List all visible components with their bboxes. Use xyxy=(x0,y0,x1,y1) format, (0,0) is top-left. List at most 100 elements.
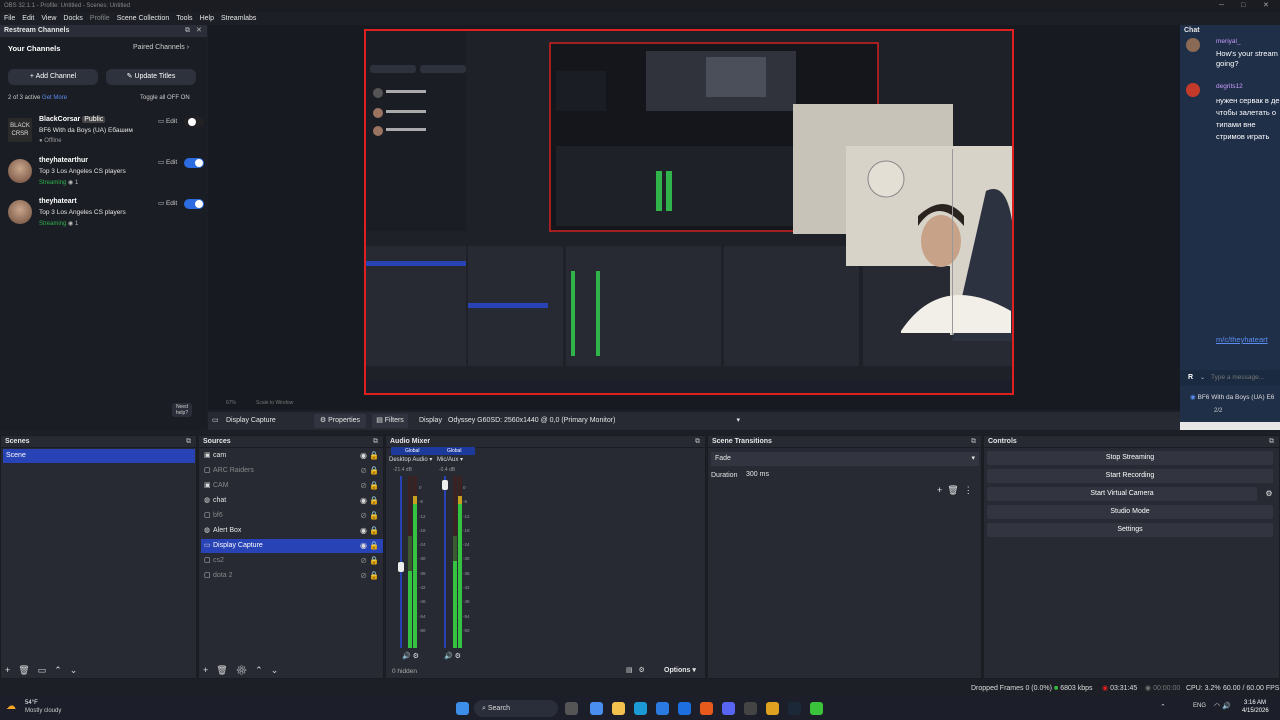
source-item[interactable]: ▢ cs2 ⊘ 🔒 xyxy=(201,554,383,568)
clock-time[interactable]: 3:16 AM xyxy=(1244,700,1266,706)
duration-input[interactable]: 300 ms xyxy=(742,468,979,482)
chevron-up-icon[interactable]: ⌃ xyxy=(255,665,271,675)
edit-button[interactable]: ▭ Edit xyxy=(158,117,177,125)
channel-name[interactable]: Mic/Aux ▾ xyxy=(437,456,463,463)
taskbar-search[interactable]: ⌕ Search xyxy=(474,700,558,717)
menu-help[interactable]: Help xyxy=(200,15,214,22)
display-select[interactable]: Odyssey G60SD: 2560x1440 @ 0,0 (Primary … xyxy=(444,414,744,428)
obs-icon[interactable] xyxy=(744,702,757,715)
network-icon[interactable]: ◠ 🔊 xyxy=(1214,702,1231,710)
properties-button[interactable]: ⚙ Properties xyxy=(314,414,366,428)
stop-streaming-button[interactable]: Stop Streaming xyxy=(987,451,1273,465)
trash-icon[interactable]: 🗑 xyxy=(216,665,235,675)
file-explorer-icon[interactable] xyxy=(612,702,625,715)
edit-button[interactable]: ▭ Edit xyxy=(158,158,177,166)
mixer-layout-icon[interactable]: ▤ ⚙ xyxy=(626,666,645,674)
gear-icon[interactable]: ⚙ xyxy=(1262,487,1276,501)
app-icon[interactable] xyxy=(700,702,713,715)
minimize-icon[interactable]: ─ xyxy=(1219,0,1224,12)
menu-view[interactable]: View xyxy=(41,15,56,22)
edit-button[interactable]: ▭ Edit xyxy=(158,199,177,207)
channel-toggle[interactable] xyxy=(184,158,204,168)
menu-streamlabs[interactable]: Streamlabs xyxy=(221,15,256,22)
chevron-up-icon[interactable]: ⌃ xyxy=(54,665,70,675)
filters-button[interactable]: ▤ Filters xyxy=(372,414,408,428)
clock-date[interactable]: 4/15/2026 xyxy=(1242,708,1269,714)
chevron-down-icon[interactable]: ⌄ xyxy=(271,665,287,675)
menu-scene-collection[interactable]: Scene Collection xyxy=(117,15,170,22)
steam-icon[interactable] xyxy=(788,702,801,715)
float-dock-icon[interactable]: ⧉ xyxy=(695,436,700,448)
discord-icon[interactable] xyxy=(722,702,735,715)
paired-channels-link[interactable]: Paired Channels › xyxy=(133,44,189,51)
need-help-button[interactable]: Need help? xyxy=(172,403,192,417)
transition-select[interactable]: Fade ▾ xyxy=(711,452,979,466)
filter-icon[interactable]: ▭ xyxy=(38,665,55,675)
source-item[interactable]: ▣ cam ◉ 🔒 xyxy=(201,449,383,463)
menu-edit[interactable]: Edit xyxy=(22,15,34,22)
weather-temp[interactable]: 54°F xyxy=(25,700,38,706)
channel-toggle[interactable] xyxy=(184,199,204,209)
float-dock-icon[interactable]: ⧉ xyxy=(971,436,976,448)
widgets-icon[interactable] xyxy=(590,702,603,715)
chat-input[interactable]: R ⌄ Type a message... xyxy=(1180,370,1280,386)
scene-item[interactable]: Scene xyxy=(3,449,195,463)
tray-chevron-icon[interactable]: ⌃ xyxy=(1160,703,1166,711)
update-titles-button[interactable]: ✎ Update Titles xyxy=(106,69,196,85)
source-item[interactable]: ◍ chat ◉ 🔒 xyxy=(201,494,383,508)
mail-icon[interactable] xyxy=(678,702,691,715)
float-dock-icon[interactable]: ⧉ xyxy=(186,436,191,448)
source-item[interactable]: ▢ ARC Raiders ⊘ 🔒 xyxy=(201,464,383,478)
close-dock-icon[interactable]: ✕ xyxy=(196,25,202,37)
close-icon[interactable]: ✕ xyxy=(1263,0,1269,12)
chat-link[interactable]: m/c/theyhateart xyxy=(1216,335,1268,344)
add-icon[interactable]: + xyxy=(203,665,216,675)
source-item[interactable]: ▣ CAM ⊘ 🔒 xyxy=(201,479,383,493)
chat-scrollbar[interactable] xyxy=(1180,422,1280,430)
add-channel-button[interactable]: + Add Channel xyxy=(8,69,98,85)
float-dock-icon[interactable]: ⧉ xyxy=(373,436,378,448)
trash-icon[interactable]: 🗑 xyxy=(947,485,958,495)
settings-button[interactable]: Settings xyxy=(987,523,1273,537)
chrome-icon[interactable] xyxy=(766,702,779,715)
source-item[interactable]: ◍ Alert Box ◉ 🔒 xyxy=(201,524,383,538)
eye-off-icon: ⊘ xyxy=(360,556,367,565)
zoom-level[interactable]: 67% xyxy=(226,400,236,406)
mute-icon[interactable]: 🔊 ⚙ xyxy=(444,652,461,660)
preview-canvas[interactable] xyxy=(364,29,1014,395)
chevron-down-icon[interactable]: ⌄ xyxy=(70,665,86,675)
toggle-all[interactable]: Toggle all OFF ON xyxy=(140,95,190,101)
source-item[interactable]: ▭ Display Capture ◉ 🔒 xyxy=(201,539,383,553)
float-dock-icon[interactable]: ⧉ xyxy=(1269,436,1274,448)
menu-file[interactable]: File xyxy=(4,15,15,22)
studio-mode-button[interactable]: Studio Mode xyxy=(987,505,1273,519)
menu-tools[interactable]: Tools xyxy=(176,15,192,22)
add-icon[interactable]: + xyxy=(5,665,18,675)
store-icon[interactable] xyxy=(656,702,669,715)
weather-desc[interactable]: Mostly cloudy xyxy=(25,708,61,714)
maximize-icon[interactable]: □ xyxy=(1241,0,1245,12)
options-button[interactable]: Options ▾ xyxy=(664,666,696,674)
edge-icon[interactable] xyxy=(634,702,647,715)
float-dock-icon[interactable]: ⧉ xyxy=(185,25,190,37)
start-recording-button[interactable]: Start Recording xyxy=(987,469,1273,483)
bf6-icon[interactable] xyxy=(810,702,823,715)
mute-icon[interactable]: 🔊 ⚙ xyxy=(402,652,419,660)
language-indicator[interactable]: ENG xyxy=(1193,703,1206,709)
add-icon[interactable]: + xyxy=(937,485,942,495)
task-view-icon[interactable] xyxy=(565,702,578,715)
menu-docks[interactable]: Docks xyxy=(63,15,82,22)
get-more-link[interactable]: Get More xyxy=(42,95,67,101)
start-virtual-camera-button[interactable]: Start Virtual Camera xyxy=(987,487,1257,501)
trash-icon[interactable]: 🗑 xyxy=(18,665,37,675)
windows-start-icon[interactable] xyxy=(456,702,469,715)
menu-profile[interactable]: Profile xyxy=(90,15,110,22)
avatar: BLACK CRSR xyxy=(8,118,32,142)
gear-icon[interactable]: ⚙ xyxy=(236,665,255,675)
channel-toggle[interactable] xyxy=(184,117,204,127)
source-item[interactable]: ▢ dota 2 ⊘ 🔒 xyxy=(201,569,383,583)
more-icon[interactable]: ⋮ xyxy=(964,485,973,495)
source-item[interactable]: ▢ bf6 ⊘ 🔒 xyxy=(201,509,383,523)
channel-name[interactable]: Desktop Audio ▾ xyxy=(389,456,432,463)
scale-mode[interactable]: Scale to Window xyxy=(256,400,293,406)
